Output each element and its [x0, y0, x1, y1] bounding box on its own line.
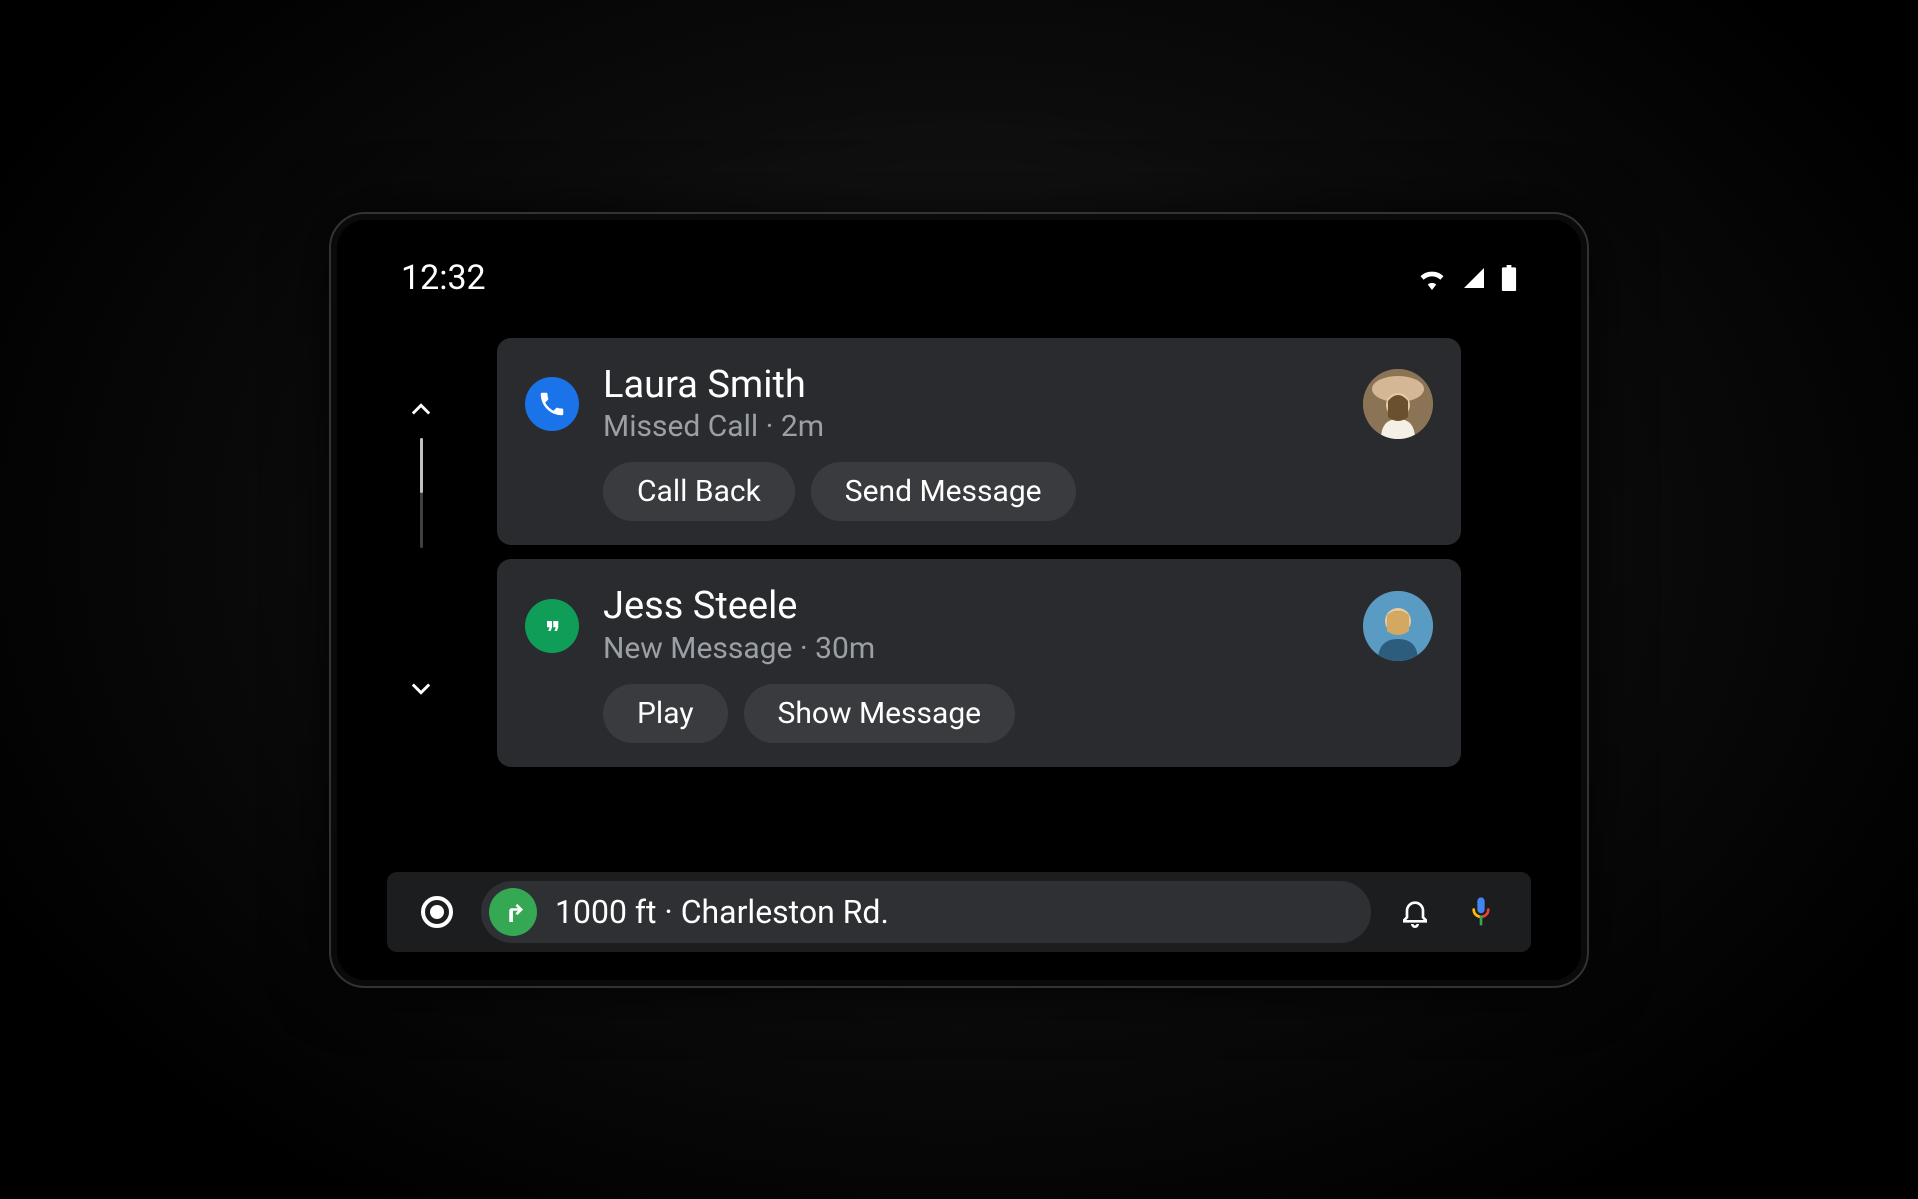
- scrollbar-thumb[interactable]: [420, 438, 423, 493]
- avatar: [1363, 591, 1433, 661]
- assistant-mic-button[interactable]: [1459, 890, 1503, 934]
- scroll-down-button[interactable]: [401, 668, 441, 708]
- status-icons: [1417, 265, 1517, 291]
- scroll-controls: [401, 390, 441, 708]
- scroll-up-button[interactable]: [401, 390, 441, 430]
- car-display-frame: 12:32: [329, 212, 1589, 988]
- screen: 12:32: [347, 230, 1571, 970]
- navigation-text: 1000 ft · Charleston Rd.: [555, 893, 889, 931]
- clock: 12:32: [401, 258, 486, 298]
- card-actions: Call Back Send Message: [525, 462, 1433, 521]
- hangouts-icon: [525, 599, 579, 653]
- card-header-row: Laura Smith Missed Call · 2m: [525, 364, 1433, 445]
- card-subtitle: Missed Call · 2m: [603, 409, 1339, 444]
- card-header-row: Jess Steele New Message · 30m: [525, 585, 1433, 666]
- card-text-block: Laura Smith Missed Call · 2m: [603, 364, 1339, 445]
- wifi-icon: [1417, 266, 1447, 290]
- launcher-button[interactable]: [415, 890, 459, 934]
- notifications-button[interactable]: [1393, 890, 1437, 934]
- notification-list: Laura Smith Missed Call · 2m Call Back S…: [497, 338, 1461, 767]
- notification-card[interactable]: Laura Smith Missed Call · 2m Call Back S…: [497, 338, 1461, 546]
- photo-background: 12:32: [0, 0, 1918, 1199]
- turn-right-icon: [489, 888, 537, 936]
- show-message-button[interactable]: Show Message: [744, 684, 1016, 743]
- call-back-button[interactable]: Call Back: [603, 462, 795, 521]
- nav-bar: 1000 ft · Charleston Rd.: [387, 872, 1531, 952]
- avatar: [1363, 369, 1433, 439]
- card-title: Laura Smith: [603, 364, 1339, 408]
- notification-card[interactable]: Jess Steele New Message · 30m Play Show …: [497, 559, 1461, 767]
- scrollbar-track[interactable]: [420, 438, 423, 548]
- signal-icon: [1461, 266, 1487, 290]
- status-bar: 12:32: [401, 258, 1517, 298]
- battery-icon: [1501, 265, 1517, 291]
- phone-icon: [525, 377, 579, 431]
- card-text-block: Jess Steele New Message · 30m: [603, 585, 1339, 666]
- card-actions: Play Show Message: [525, 684, 1433, 743]
- navigation-pill[interactable]: 1000 ft · Charleston Rd.: [481, 881, 1371, 943]
- play-button[interactable]: Play: [603, 684, 728, 743]
- card-subtitle: New Message · 30m: [603, 631, 1339, 666]
- send-message-button[interactable]: Send Message: [811, 462, 1076, 521]
- card-title: Jess Steele: [603, 585, 1339, 629]
